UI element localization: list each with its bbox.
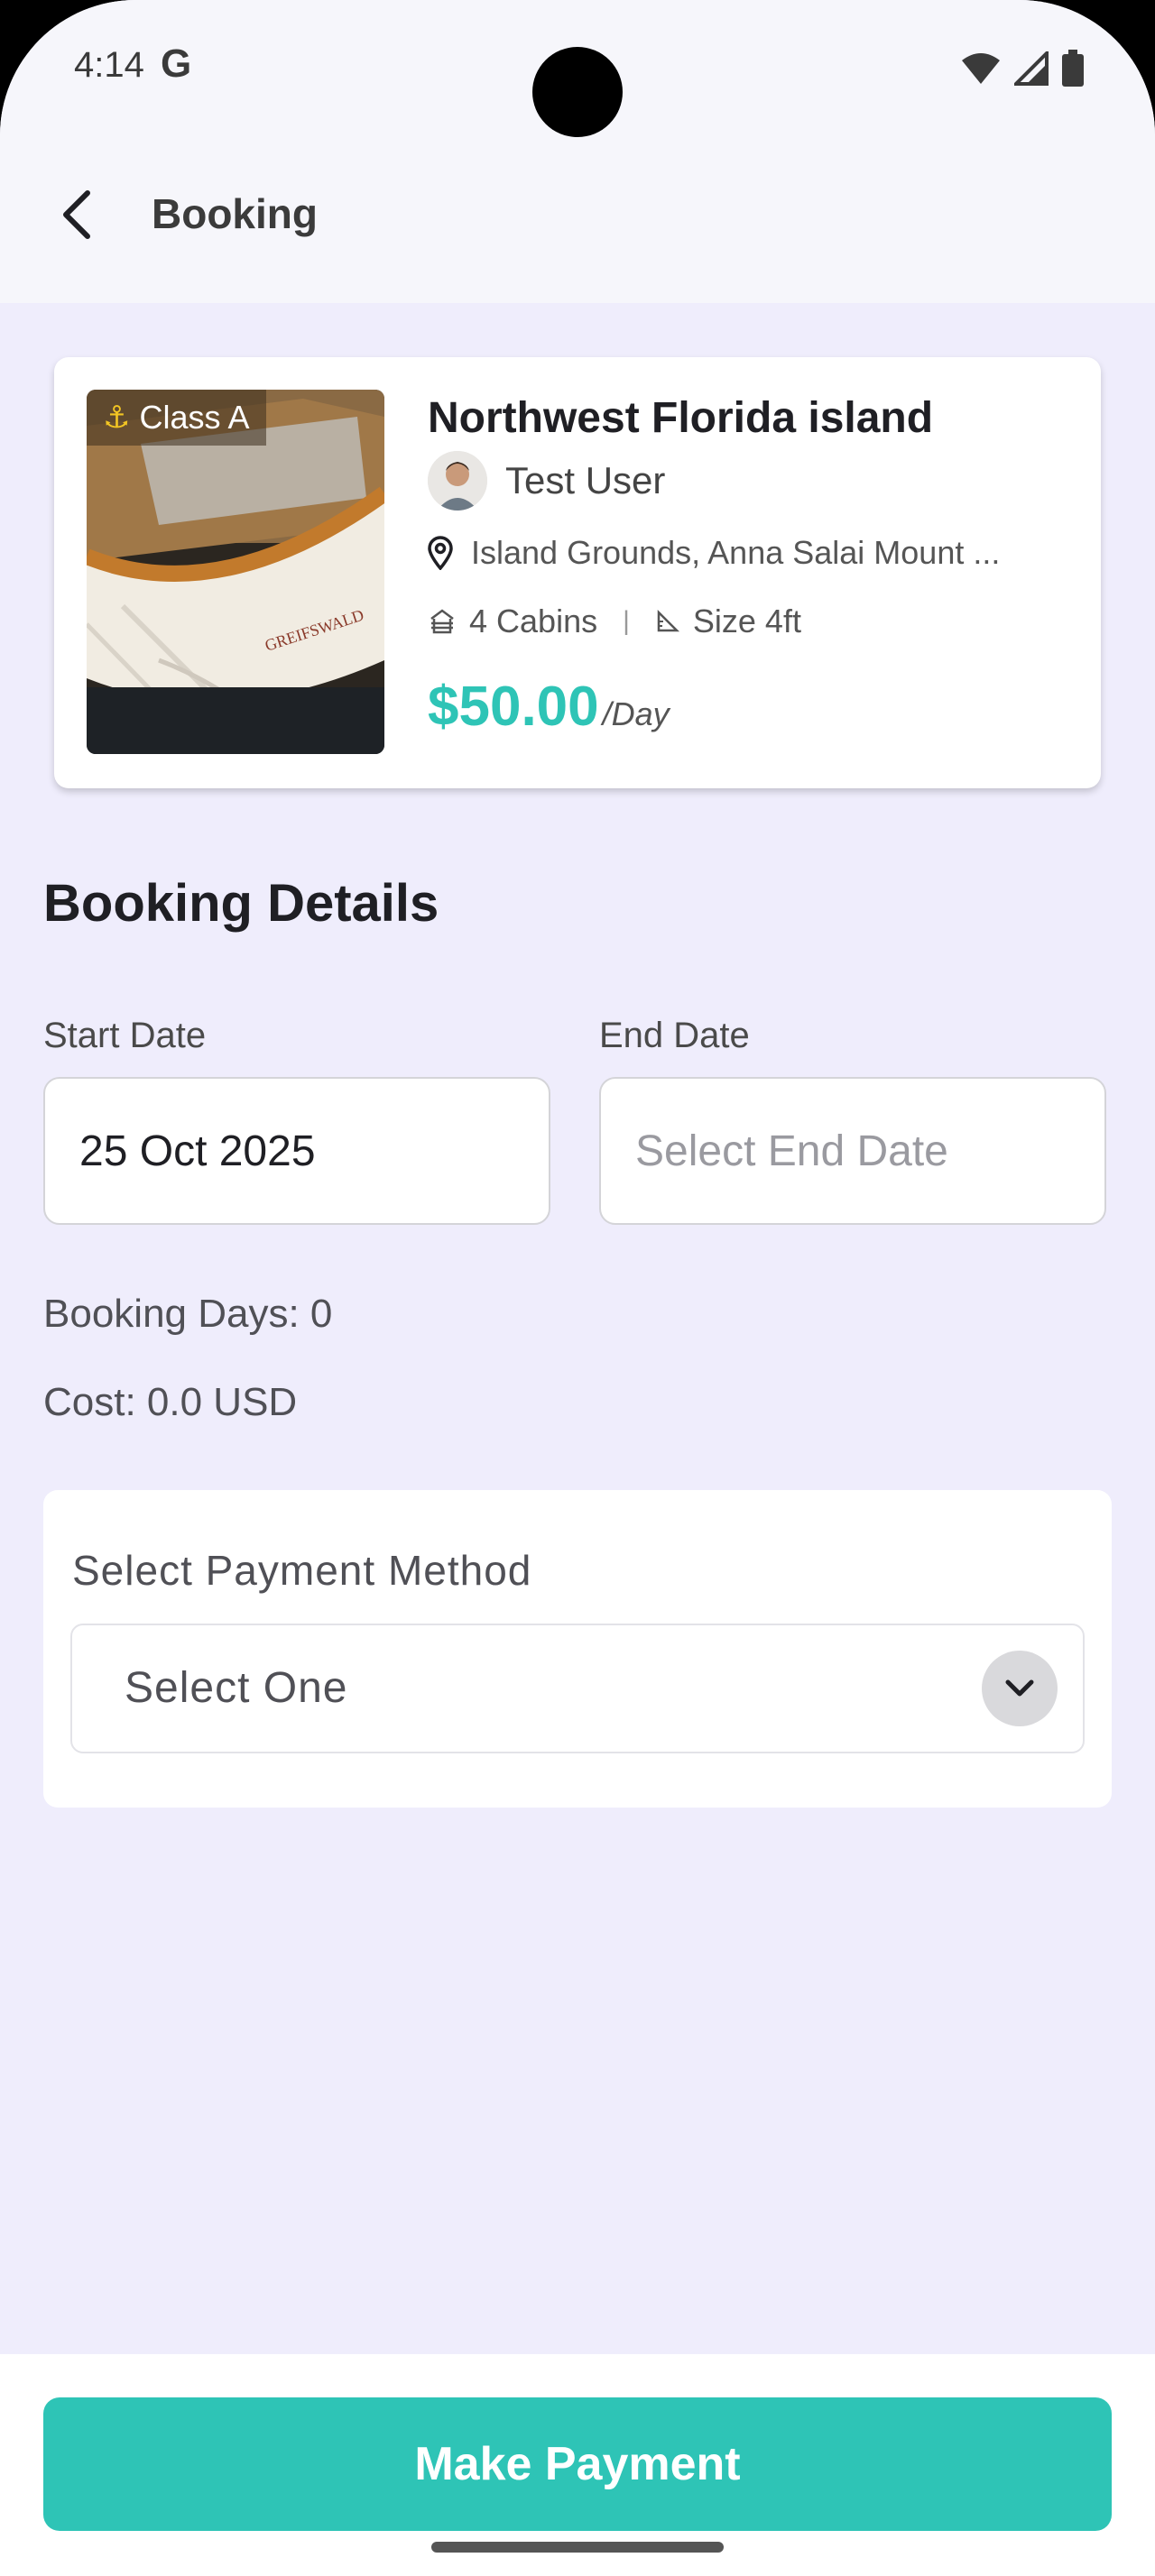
chevron-left-icon xyxy=(63,190,90,239)
app-screen: 4:14 G Booking GREIFSWALD ⚓ Class A Nort… xyxy=(0,0,1155,2576)
camera-cutout xyxy=(532,47,623,137)
status-icons xyxy=(960,49,1085,88)
top-bar: 4:14 G Booking xyxy=(0,0,1155,303)
price-value: $50.00 xyxy=(428,676,599,738)
booking-details-title: Booking Details xyxy=(43,874,439,933)
cabin-icon xyxy=(430,609,454,634)
dropdown-toggle[interactable] xyxy=(982,1651,1058,1726)
owner-name: Test User xyxy=(505,459,666,501)
cabins-count: 4 Cabins xyxy=(469,603,598,639)
signal-icon xyxy=(1014,51,1049,86)
payment-method-value: Select One xyxy=(125,1664,348,1712)
start-date-field[interactable]: 25 Oct 2025 xyxy=(43,1077,550,1225)
price-unit: /Day xyxy=(602,695,670,732)
start-date-label: Start Date xyxy=(43,1016,207,1055)
wifi-icon xyxy=(962,53,1000,84)
payment-method-label: Select Payment Method xyxy=(72,1547,532,1594)
end-date-placeholder: Select End Date xyxy=(635,1127,948,1175)
avatar xyxy=(428,451,487,511)
size-ruler-icon xyxy=(657,609,679,632)
payment-method-dropdown[interactable]: Select One xyxy=(70,1624,1085,1753)
class-badge-label: Class A xyxy=(139,399,250,436)
booking-days: Booking Days: 0 xyxy=(43,1292,333,1336)
spec-divider: | xyxy=(623,606,630,636)
chevron-down-icon xyxy=(1005,1679,1034,1697)
make-payment-button[interactable]: Make Payment xyxy=(43,2397,1112,2531)
anchor-icon: ⚓ xyxy=(103,400,131,435)
back-button[interactable] xyxy=(45,179,108,251)
class-badge: ⚓ Class A xyxy=(87,390,266,446)
page-title: Booking xyxy=(152,190,318,237)
owner-info: Test User xyxy=(428,451,665,511)
google-icon: G xyxy=(161,41,192,86)
status-time: 4:14 xyxy=(74,45,144,85)
boat-location: Island Grounds, Anna Salai Mount ... xyxy=(428,534,1000,572)
boat-title: Northwest Florida island xyxy=(428,394,934,442)
boat-card[interactable]: GREIFSWALD ⚓ Class A Northwest Florida i… xyxy=(54,357,1101,788)
end-date-field[interactable]: Select End Date xyxy=(599,1077,1106,1225)
location-text: Island Grounds, Anna Salai Mount ... xyxy=(471,534,1001,571)
home-indicator[interactable] xyxy=(431,2542,724,2553)
boat-image: GREIFSWALD ⚓ Class A xyxy=(87,390,384,754)
booking-cost: Cost: 0.0 USD xyxy=(43,1380,298,1424)
battery-icon xyxy=(1062,50,1084,87)
payment-method-card: Select Payment Method Select One xyxy=(43,1490,1112,1808)
boat-price: $50.00 /Day xyxy=(428,675,670,739)
boat-size: Size 4ft xyxy=(692,603,801,639)
location-pin-icon xyxy=(428,536,453,570)
end-date-label: End Date xyxy=(599,1016,750,1055)
start-date-value: 25 Oct 2025 xyxy=(79,1127,316,1175)
boat-specs: 4 Cabins | Size 4ft xyxy=(428,603,801,640)
bottom-bar: Make Payment xyxy=(0,2354,1155,2576)
